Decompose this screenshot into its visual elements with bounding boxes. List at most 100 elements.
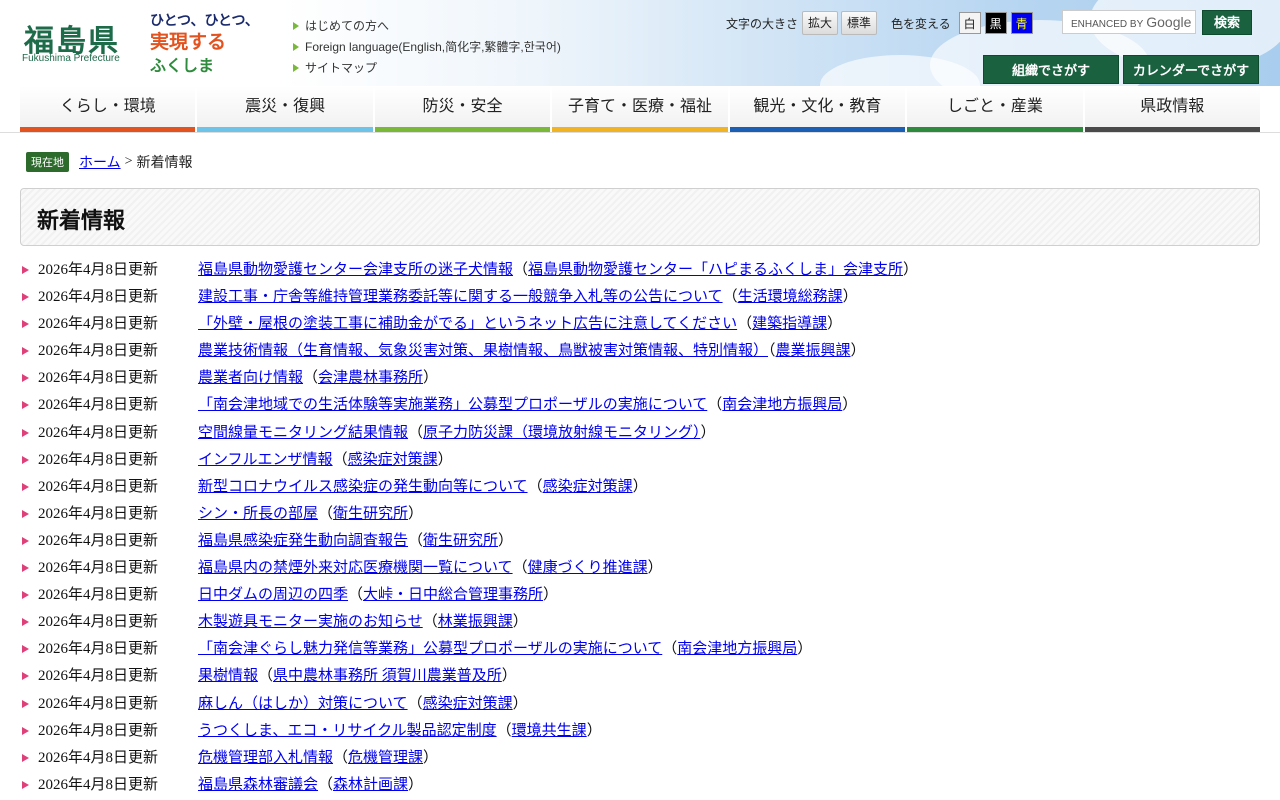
news-dept-link[interactable]: 感染症対策課 bbox=[348, 452, 438, 468]
font-standard-button[interactable]: 標準 bbox=[841, 11, 878, 35]
news-dept-link[interactable]: 危機管理課 bbox=[348, 750, 423, 766]
news-date: 2026年4月8日更新 bbox=[38, 695, 159, 712]
news-body: 果樹情報（県中農林事務所 須賀川農業普及所） bbox=[198, 663, 517, 690]
news-dept-link[interactable]: 福島県動物愛護センター「ハピまるふくしま」会津支所 bbox=[528, 262, 903, 278]
paren-close: ） bbox=[842, 289, 858, 306]
bullet-icon bbox=[22, 509, 29, 518]
news-item: 2026年4月8日更新 新型コロナウイルス感染症の発生動向等について（感染症対策課… bbox=[22, 474, 1262, 501]
news-dept-link[interactable]: 建築指導課 bbox=[752, 316, 827, 332]
news-body: 福島県内の禁煙外来対応医療機関一覧について（健康づくり推進課） bbox=[198, 555, 663, 582]
news-item: 2026年4月8日更新 インフルエンザ情報（感染症対策課） bbox=[22, 447, 1262, 474]
news-title-link[interactable]: 建設工事・庁舎等維持管理業務委託等に関する一般競争入札等の公告について bbox=[198, 289, 723, 305]
news-body: 福島県動物愛護センター会津支所の迷子犬情報（福島県動物愛護センター「ハピまるふく… bbox=[198, 257, 918, 284]
org-search-button[interactable]: 組織でさがす bbox=[983, 55, 1119, 84]
news-dept-link[interactable]: 衛生研究所 bbox=[423, 533, 498, 549]
site-header: 福島県 Fukushima Prefecture ひとつ、ひとつ、 実現する ふ… bbox=[0, 0, 1280, 86]
news-dept-link[interactable]: 生活環境総務課 bbox=[738, 289, 843, 305]
color-blue-button[interactable]: 青 bbox=[1010, 12, 1033, 34]
color-white-button[interactable]: 白 bbox=[958, 12, 981, 34]
news-body: 「南会津地域での生活体験等実施業務」公募型プロポーザルの実施について（南会津地方… bbox=[198, 392, 857, 419]
nav-item-government[interactable]: 県政情報 bbox=[1084, 86, 1260, 132]
nav-item-living[interactable]: くらし・環境 bbox=[20, 86, 198, 132]
news-date: 2026年4月8日更新 bbox=[38, 749, 159, 766]
calendar-search-button[interactable]: カレンダーでさがす bbox=[1123, 55, 1259, 84]
slogan-line-3: ふくしま bbox=[150, 56, 214, 75]
breadcrumb: 現在地 ホーム > 新着情報 bbox=[26, 152, 193, 172]
news-title-link[interactable]: 果樹情報 bbox=[198, 668, 258, 684]
paren-open: （ bbox=[527, 478, 543, 495]
site-logo-subtitle: Fukushima Prefecture bbox=[22, 53, 120, 64]
news-dept-link[interactable]: 南会津地方振興局 bbox=[722, 397, 842, 413]
bullet-icon bbox=[22, 564, 29, 573]
news-title-link[interactable]: 福島県森林審議会 bbox=[198, 777, 318, 793]
font-enlarge-button[interactable]: 拡大 bbox=[802, 11, 839, 35]
news-dept-link[interactable]: 会津農林事務所 bbox=[318, 370, 423, 386]
news-dept-link[interactable]: 大峠・日中総合管理事務所 bbox=[363, 587, 543, 603]
news-dept-link[interactable]: 健康づくり推進課 bbox=[528, 560, 648, 576]
news-item: 2026年4月8日更新 福島県感染症発生動向調査報告（衛生研究所） bbox=[22, 528, 1262, 555]
paren-close: ） bbox=[423, 749, 439, 766]
news-item: 2026年4月8日更新 日中ダムの周辺の四季（大峠・日中総合管理事務所） bbox=[22, 582, 1262, 609]
news-title-link[interactable]: 「南会津ぐらし魅力発信等業務」公募型プロポーザルの実施について bbox=[198, 641, 662, 657]
news-title-link[interactable]: インフルエンザ情報 bbox=[198, 452, 333, 468]
news-title-link[interactable]: 福島県内の禁煙外来対応医療機関一覧について bbox=[198, 560, 513, 576]
news-dept-link[interactable]: 衛生研究所 bbox=[333, 506, 408, 522]
news-item: 2026年4月8日更新 危機管理部入札情報（危機管理課） bbox=[22, 745, 1262, 772]
google-label: Google bbox=[1146, 14, 1192, 30]
link-foreign-language[interactable]: Foreign language(English,简化字,繁體字,한국어) bbox=[293, 37, 561, 58]
news-dept-link[interactable]: 感染症対策課 bbox=[423, 696, 513, 712]
news-title-link[interactable]: 日中ダムの周辺の四季 bbox=[198, 587, 348, 603]
news-title-link[interactable]: うつくしま、エコ・リサイクル製品認定制度 bbox=[198, 723, 497, 739]
bullet-icon bbox=[22, 753, 29, 762]
nav-item-industry[interactable]: しごと・産業 bbox=[907, 86, 1085, 132]
news-body: 空間線量モニタリング結果情報（原子力防災課（環境放射線モニタリング）） bbox=[198, 420, 716, 447]
search-button[interactable]: 検索 bbox=[1202, 10, 1252, 35]
paren-open: （ bbox=[408, 532, 424, 549]
news-dept-link[interactable]: 県中農林事務所 須賀川農業普及所 bbox=[273, 668, 502, 684]
paren-close: ） bbox=[543, 587, 559, 604]
news-title-link[interactable]: 「外壁・屋根の塗装工事に補助金がでる」というネット広告に注意してください bbox=[198, 316, 737, 332]
font-size-label: 文字の大きさ bbox=[726, 16, 799, 31]
news-title-link[interactable]: 空間線量モニタリング結果情報 bbox=[198, 425, 408, 441]
news-title-link[interactable]: 福島県動物愛護センター会津支所の迷子犬情報 bbox=[198, 262, 513, 278]
paren-close: ） bbox=[647, 560, 663, 577]
paren-open: （ bbox=[258, 668, 274, 685]
link-sitemap[interactable]: サイトマップ bbox=[293, 58, 561, 79]
news-list: 2026年4月8日更新 福島県動物愛護センター会津支所の迷子犬情報（福島県動物愛護… bbox=[22, 257, 1262, 799]
nav-item-safety[interactable]: 防災・安全 bbox=[374, 86, 553, 132]
link-first-visit[interactable]: はじめての方へ bbox=[293, 16, 561, 37]
news-dept-link[interactable]: 南会津地方振興局 bbox=[677, 641, 797, 657]
paren-close: ） bbox=[512, 614, 528, 631]
news-dept-link[interactable]: 原子力防災課（環境放射線モニタリング） bbox=[423, 425, 701, 441]
bullet-icon bbox=[22, 536, 29, 545]
news-title-link[interactable]: 「南会津地域での生活体験等実施業務」公募型プロポーザルの実施について bbox=[198, 397, 707, 413]
news-dept-link[interactable]: 農業振興課 bbox=[776, 343, 851, 359]
news-title-link[interactable]: シン・所長の部屋 bbox=[198, 506, 318, 522]
news-title-link[interactable]: 福島県感染症発生動向調査報告 bbox=[198, 533, 408, 549]
news-dept-link[interactable]: 森林計画課 bbox=[333, 777, 408, 793]
news-item: 2026年4月8日更新 福島県内の禁煙外来対応医療機関一覧について（健康づくり推進… bbox=[22, 555, 1262, 582]
paren-open: （ bbox=[333, 749, 349, 766]
news-title-link[interactable]: 新型コロナウイルス感染症の発生動向等について bbox=[198, 479, 528, 495]
news-title-link[interactable]: 農業者向け情報 bbox=[198, 370, 303, 386]
breadcrumb-home-link[interactable]: ホーム bbox=[79, 152, 121, 172]
news-title-link[interactable]: 木製遊具モニター実施のお知らせ bbox=[198, 614, 423, 630]
news-body: シン・所長の部屋（衛生研究所） bbox=[198, 501, 423, 528]
search-input[interactable]: ENHANCED BY Google bbox=[1062, 10, 1196, 34]
paren-close: ） bbox=[501, 668, 517, 685]
nav-item-disaster-recovery[interactable]: 震災・復興 bbox=[197, 86, 375, 132]
news-body: 新型コロナウイルス感染症の発生動向等について（感染症対策課） bbox=[198, 474, 648, 501]
news-dept-link[interactable]: 林業振興課 bbox=[438, 614, 513, 630]
bullet-icon bbox=[22, 672, 29, 681]
news-title-link[interactable]: 農業技術情報（生育情報、気象災害対策、果樹情報、鳥獣被害対策情報、特別情報） bbox=[198, 343, 768, 359]
color-black-button[interactable]: 黒 bbox=[984, 12, 1007, 34]
news-dept-link[interactable]: 感染症対策課 bbox=[543, 479, 633, 495]
news-dept-link[interactable]: 環境共生課 bbox=[512, 723, 587, 739]
news-title-link[interactable]: 危機管理部入札情報 bbox=[198, 750, 333, 766]
news-title-link[interactable]: 麻しん（はしか）対策について bbox=[198, 696, 408, 712]
news-date: 2026年4月8日更新 bbox=[38, 289, 159, 306]
paren-open: （ bbox=[737, 316, 753, 333]
nav-item-welfare[interactable]: 子育て・医療・福祉 bbox=[552, 86, 730, 132]
nav-item-culture[interactable]: 観光・文化・教育 bbox=[729, 86, 908, 132]
news-date: 2026年4月8日更新 bbox=[38, 560, 159, 577]
